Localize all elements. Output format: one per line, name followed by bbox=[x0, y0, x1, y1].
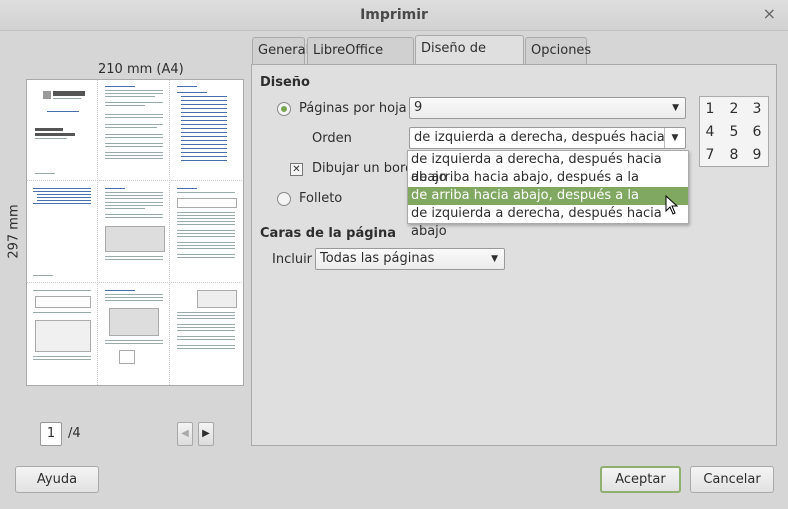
grid-number: 9 bbox=[752, 147, 762, 163]
tab-libreoffice-writer[interactable]: LibreOffice Writer bbox=[307, 37, 414, 84]
grid-number: 1 bbox=[705, 101, 715, 117]
preview-thumb bbox=[99, 284, 170, 385]
grid-number: 8 bbox=[729, 147, 739, 163]
paper-height-label: 297 mm bbox=[6, 204, 22, 259]
grid-number: 4 bbox=[705, 124, 715, 140]
include-label: Incluir bbox=[272, 252, 313, 267]
preview-thumb bbox=[99, 182, 170, 283]
grid-number: 3 bbox=[752, 101, 762, 117]
draw-border-checkbox[interactable]: ✕ bbox=[290, 163, 303, 176]
page-total-label: /4 bbox=[68, 426, 81, 441]
mouse-cursor-icon bbox=[665, 195, 679, 215]
preview-thumb bbox=[171, 284, 242, 385]
grid-number: 2 bbox=[729, 101, 739, 117]
cancel-button[interactable]: Cancelar bbox=[690, 466, 774, 493]
layout-section-title: Diseño bbox=[260, 75, 310, 90]
include-value: Todas las páginas bbox=[320, 251, 435, 266]
preview-thumb bbox=[27, 80, 98, 181]
order-label: Orden bbox=[312, 131, 352, 146]
chevron-left-icon: ◀ bbox=[181, 428, 189, 439]
preview-thumb bbox=[27, 182, 98, 283]
print-preview bbox=[26, 79, 244, 386]
order-option-highlighted[interactable]: de arriba hacia abajo, después a la dere… bbox=[408, 187, 688, 221]
page-order-grid: 1 2 3 4 5 6 7 8 9 bbox=[699, 96, 769, 167]
tab-general[interactable]: General bbox=[252, 37, 309, 64]
help-button[interactable]: Ayuda bbox=[15, 466, 99, 493]
prev-page-button[interactable]: ◀ bbox=[177, 422, 193, 446]
order-option[interactable]: de izquierda a derecha, después hacia ab… bbox=[408, 151, 688, 185]
sides-section-title: Caras de la página bbox=[260, 226, 397, 241]
close-icon[interactable]: × bbox=[763, 4, 776, 23]
next-page-button[interactable]: ▶ bbox=[198, 422, 214, 446]
preview-thumb bbox=[27, 284, 98, 385]
brochure-radio[interactable] bbox=[277, 192, 291, 206]
chevron-down-icon: ▼ bbox=[672, 103, 679, 113]
tab-page-layout[interactable]: Diseño de página bbox=[415, 35, 524, 82]
pages-per-sheet-label: Páginas por hoja bbox=[299, 101, 407, 116]
pages-per-sheet-value: 9 bbox=[414, 100, 423, 115]
brochure-label: Folleto bbox=[299, 191, 343, 206]
preview-thumb bbox=[171, 80, 242, 181]
ok-button[interactable]: Aceptar bbox=[600, 466, 681, 493]
include-select[interactable]: Todas las páginas ▼ bbox=[315, 248, 505, 270]
grid-number: 5 bbox=[729, 124, 739, 140]
order-option[interactable]: de arriba hacia abajo, después a la dere… bbox=[408, 169, 688, 203]
title-bar: Imprimir × bbox=[0, 0, 788, 31]
chevron-down-icon: ▼ bbox=[664, 128, 685, 148]
preview-thumb bbox=[99, 80, 170, 181]
pages-per-sheet-radio[interactable] bbox=[277, 102, 291, 116]
tab-options[interactable]: Opciones bbox=[525, 37, 591, 64]
preview-thumb bbox=[171, 182, 242, 283]
chevron-right-icon: ▶ bbox=[202, 428, 210, 439]
paper-size-label: 210 mm (A4) bbox=[98, 62, 184, 77]
order-select[interactable]: de izquierda a derecha, después hacia ab… bbox=[409, 127, 686, 165]
chevron-down-icon: ▼ bbox=[491, 254, 498, 264]
draw-border-label: Dibujar un borde bbox=[312, 161, 422, 176]
grid-number: 7 bbox=[705, 147, 715, 163]
order-option[interactable]: de izquierda a derecha, después hacia ab… bbox=[408, 205, 688, 239]
page-number-input[interactable]: 1 bbox=[40, 422, 62, 446]
pages-per-sheet-select[interactable]: 9 ▼ bbox=[409, 97, 686, 119]
window-title: Imprimir bbox=[360, 7, 428, 23]
order-dropdown-list: de izquierda a derecha, después hacia ab… bbox=[407, 150, 689, 239]
grid-number: 6 bbox=[752, 124, 762, 140]
